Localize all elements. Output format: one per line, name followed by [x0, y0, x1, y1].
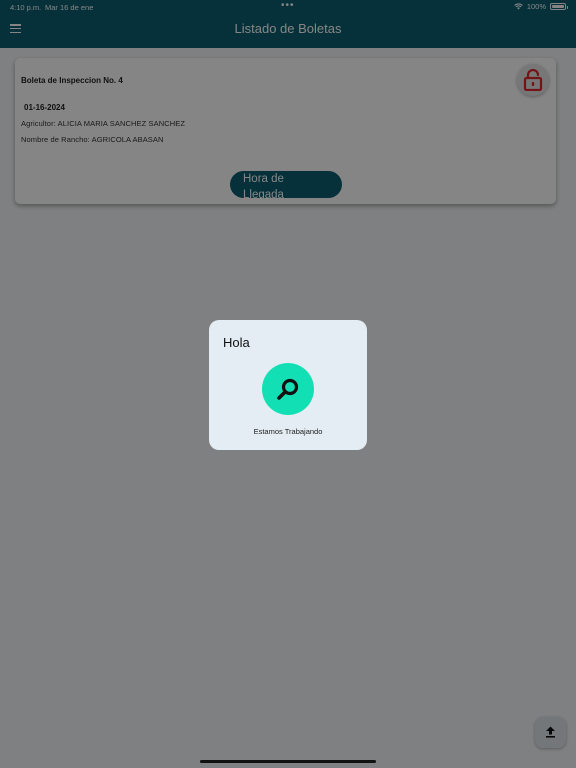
- dialog-title: Hola: [223, 335, 250, 350]
- search-icon: [277, 378, 299, 400]
- dialog-icon-circle: [262, 363, 314, 415]
- loading-dialog: Hola Estamos Trabajando: [209, 320, 367, 450]
- dialog-message: Estamos Trabajando: [253, 427, 323, 436]
- home-indicator[interactable]: [200, 760, 376, 763]
